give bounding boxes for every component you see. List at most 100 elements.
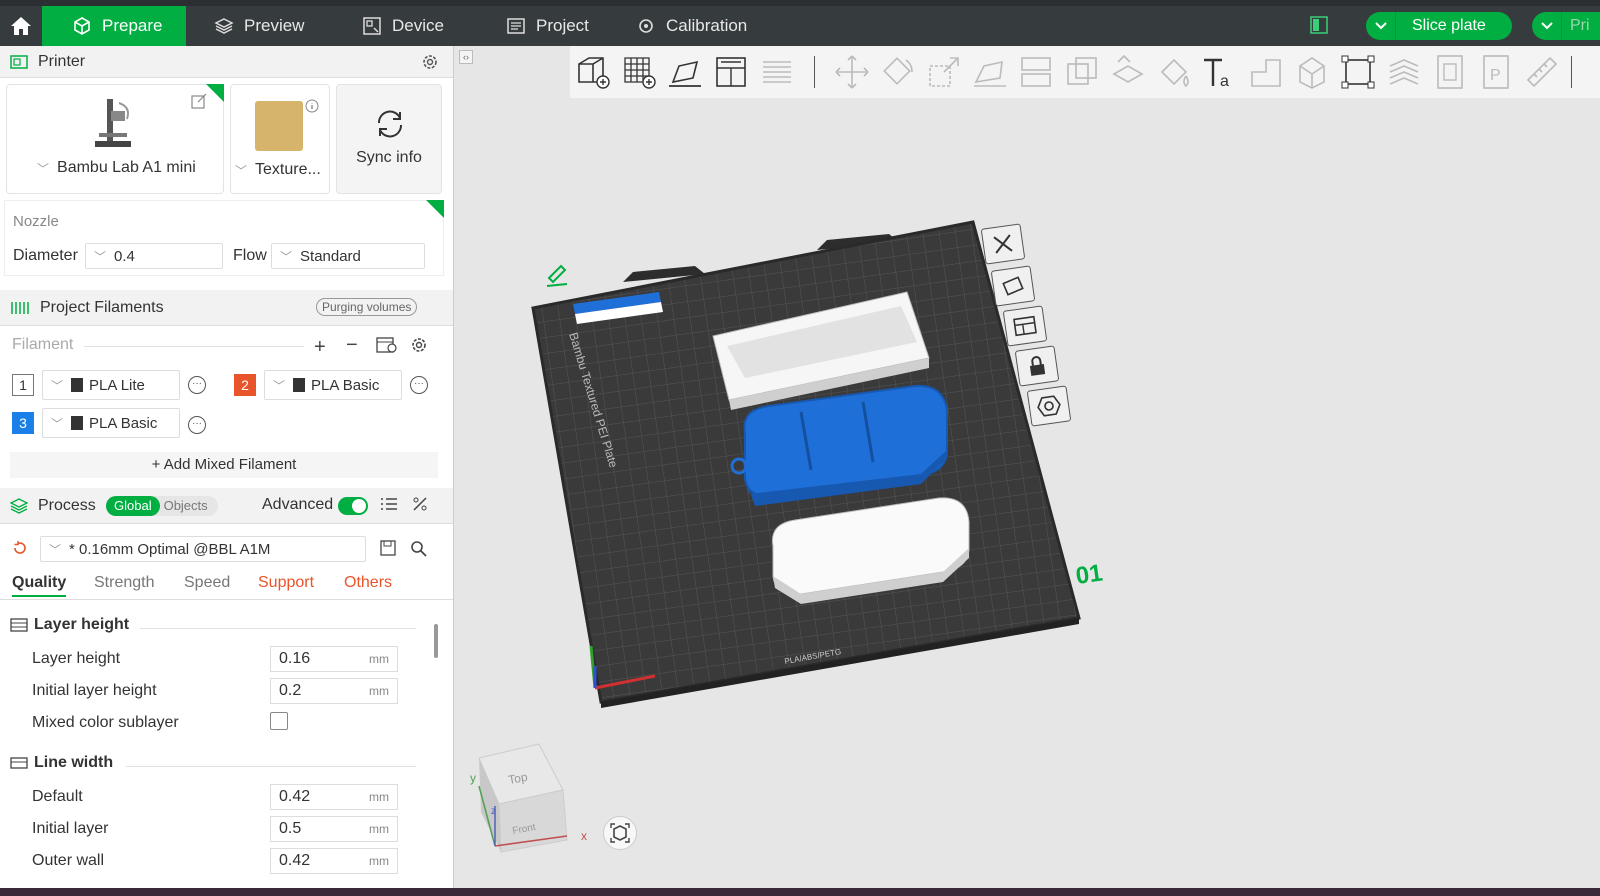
tab-project[interactable]: Project <box>506 6 589 46</box>
support-paint-tool[interactable] <box>1105 49 1151 95</box>
reset-icon[interactable] <box>12 540 28 561</box>
lock-plate-button[interactable] <box>1014 345 1060 387</box>
layer-height-group: Layer height <box>10 616 129 634</box>
filaments-title: Project Filaments <box>40 298 164 316</box>
more-icon[interactable]: ··· <box>410 376 428 394</box>
scrollbar[interactable] <box>434 624 438 658</box>
default-width-input[interactable]: 0.42 mm <box>270 784 398 810</box>
color-paint-tool[interactable] <box>1151 49 1197 95</box>
remove-filament-icon[interactable]: − <box>346 334 358 357</box>
cube-outline-icon <box>1299 57 1325 89</box>
printer-card[interactable]: ﹀ Bambu Lab A1 mini <box>6 84 224 194</box>
measure-3d-tool[interactable] <box>1289 49 1335 95</box>
layout-toggle-icon[interactable] <box>1310 16 1328 34</box>
subtab-others[interactable]: Others <box>344 574 392 592</box>
add-plate-button[interactable] <box>616 49 662 95</box>
tab-label: Prepare <box>102 16 163 35</box>
seam-paint-tool[interactable]: P <box>1473 49 1519 95</box>
auto-orient-button[interactable] <box>662 49 708 95</box>
filament-name: PLA Lite <box>89 376 145 394</box>
search-icon[interactable] <box>410 540 428 563</box>
subtab-quality[interactable]: Quality <box>12 574 67 597</box>
tab-device[interactable]: Device <box>362 6 444 46</box>
green-corner <box>426 200 444 218</box>
bounding-box-tool[interactable] <box>1335 49 1381 95</box>
outer-wall-width-input[interactable]: 0.42 mm <box>270 848 398 874</box>
emboss-tool[interactable] <box>1243 49 1289 95</box>
global-objects-toggle[interactable]: Global Objects <box>106 496 218 516</box>
initial-layer-width-label: Initial layer <box>32 820 109 837</box>
cut-tool[interactable] <box>1013 49 1059 95</box>
tab-calibration[interactable]: Calibration <box>636 6 747 46</box>
rotate-tool[interactable] <box>875 49 921 95</box>
print-plate-button[interactable]: Pri <box>1532 12 1600 40</box>
edit-icon[interactable] <box>191 93 207 109</box>
info-icon[interactable] <box>305 99 319 113</box>
mixed-color-sublayer-checkbox[interactable] <box>270 712 288 730</box>
tab-prepare[interactable]: Prepare <box>42 6 186 46</box>
more-icon[interactable]: ··· <box>188 416 206 434</box>
diameter-select[interactable]: ﹀ 0.4 <box>85 243 223 269</box>
process-preset-select[interactable]: ﹀ * 0.16mm Optimal @BBL A1M <box>40 536 366 562</box>
assembly-view-tool[interactable] <box>1427 49 1473 95</box>
flow-select[interactable]: ﹀ Standard <box>271 243 425 269</box>
add-filament-icon[interactable]: + <box>314 336 326 359</box>
boolean-tool[interactable] <box>1059 49 1105 95</box>
filament-gear-icon[interactable] <box>410 336 428 359</box>
printer-select[interactable]: ﹀ Bambu Lab A1 mini <box>37 159 196 177</box>
pen-icon[interactable] <box>546 264 568 287</box>
global-option[interactable]: Global <box>106 496 160 516</box>
more-icon[interactable]: ··· <box>188 376 206 394</box>
filament-select-3[interactable]: ﹀ PLA Basic <box>42 408 180 438</box>
arrange-button[interactable] <box>708 49 754 95</box>
initial-layer-height-input[interactable]: 0.2 mm <box>270 678 398 704</box>
subtab-strength[interactable]: Strength <box>94 574 154 592</box>
chevron-down-icon[interactable] <box>1532 12 1562 40</box>
delete-plate-button[interactable] <box>980 223 1026 265</box>
filament-select-1[interactable]: ﹀ PLA Lite <box>42 370 180 400</box>
objects-option[interactable]: Objects <box>160 496 212 516</box>
chevron-down-icon[interactable] <box>1366 12 1396 40</box>
measure-tool[interactable] <box>1519 49 1565 95</box>
3d-viewport[interactable]: ‹› Bambu Textured PEI Plate 01 PLA/ABS/P… <box>455 46 1600 890</box>
filament-number-2[interactable]: 2 <box>234 374 256 396</box>
initial-layer-width-input[interactable]: 0.5 mm <box>270 816 398 842</box>
mixed-color-sublayer-label: Mixed color sublayer <box>32 714 179 731</box>
subtab-speed[interactable]: Speed <box>184 574 230 592</box>
filament-number-1[interactable]: 1 <box>12 374 34 396</box>
text-tool[interactable]: a <box>1197 49 1243 95</box>
scale-tool[interactable] <box>921 49 967 95</box>
variable-layer-tool[interactable] <box>1381 49 1427 95</box>
build-plate-scene[interactable]: Bambu Textured PEI Plate 01 PLA/ABS/PETG… <box>455 46 1600 890</box>
layer-height-input[interactable]: 0.16 mm <box>270 646 398 672</box>
add-object-button[interactable] <box>570 49 616 95</box>
auto-orient-plate-button[interactable] <box>990 265 1036 307</box>
plate-settings-button[interactable] <box>1026 385 1072 427</box>
sync-info-button[interactable]: Sync info <box>336 84 442 194</box>
subtab-support[interactable]: Support <box>258 574 314 592</box>
camera-reset-button[interactable] <box>603 816 637 850</box>
plate-card[interactable]: ﹀ Texture... <box>230 84 330 194</box>
emboss-icon <box>1251 59 1281 87</box>
compare-icon[interactable] <box>412 496 428 517</box>
save-icon[interactable] <box>380 540 396 561</box>
filament-number-3[interactable]: 3 <box>12 412 34 434</box>
filament-select-2[interactable]: ﹀ PLA Basic <box>264 370 402 400</box>
home-icon[interactable] <box>0 6 42 46</box>
slice-plate-button[interactable]: Slice plate <box>1366 12 1512 40</box>
list-icon[interactable] <box>380 496 398 517</box>
add-mixed-filament-button[interactable]: + Add Mixed Filament <box>10 452 438 478</box>
tab-preview[interactable]: Preview <box>214 6 304 46</box>
split-layers-button[interactable] <box>754 49 800 95</box>
plate-select[interactable]: ﹀ Texture... <box>235 161 321 179</box>
gear-icon[interactable] <box>421 53 439 76</box>
lay-on-face-tool[interactable] <box>967 49 1013 95</box>
scale-icon <box>929 57 959 87</box>
chevron-down-icon: ﹀ <box>49 542 62 557</box>
camera-view-icon <box>610 823 630 843</box>
advanced-toggle[interactable] <box>338 497 368 515</box>
purging-volumes-button[interactable]: Purging volumes <box>316 298 418 316</box>
move-tool[interactable] <box>829 49 875 95</box>
filament-sync-icon[interactable] <box>376 336 398 359</box>
arrange-plate-button[interactable] <box>1002 305 1048 347</box>
